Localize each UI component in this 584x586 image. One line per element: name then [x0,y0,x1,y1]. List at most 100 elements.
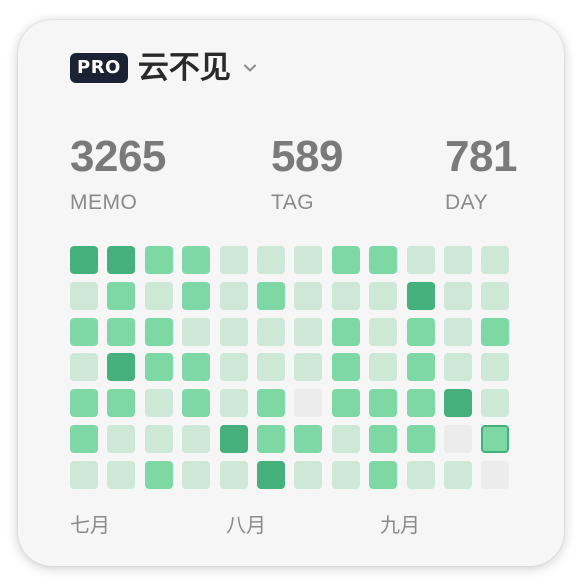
month-label-august: 八月 [226,513,266,537]
heatmap-cell[interactable] [107,389,135,417]
heatmap-cell[interactable] [332,425,360,453]
stats-card: PRO 云不见 3265 MEMO 589 TAG 781 DAY 七月 八月 … [18,20,564,566]
heatmap-cell[interactable] [220,353,248,381]
heatmap-cell[interactable] [481,282,509,310]
heatmap-cell[interactable] [70,389,98,417]
heatmap-cell[interactable] [182,246,210,274]
heatmap-cell[interactable] [145,246,173,274]
stat-tag: 589 TAG [271,132,343,216]
heatmap-cell[interactable] [369,318,397,346]
heatmap-cell[interactable] [145,353,173,381]
heatmap-cell[interactable] [70,282,98,310]
heatmap-cell[interactable] [70,246,98,274]
heatmap-cell[interactable] [444,461,472,489]
heatmap-cell[interactable] [332,318,360,346]
heatmap-cell[interactable] [369,246,397,274]
heatmap-cell[interactable] [481,318,509,346]
heatmap-cell[interactable] [369,282,397,310]
heatmap-cell[interactable] [182,389,210,417]
heatmap-cell[interactable] [407,246,435,274]
heatmap-cell[interactable] [444,425,472,453]
heatmap-cell[interactable] [182,461,210,489]
heatmap-cell[interactable] [294,282,322,310]
heatmap-cell[interactable] [257,353,285,381]
heatmap-cell[interactable] [182,353,210,381]
username[interactable]: 云不见 [138,48,231,88]
heatmap-cell[interactable] [332,353,360,381]
heatmap-cell[interactable] [481,389,509,417]
heatmap-cell[interactable] [407,318,435,346]
heatmap-cell[interactable] [70,425,98,453]
heatmap-cell[interactable] [257,318,285,346]
heatmap-cell[interactable] [220,425,248,453]
heatmap-cell[interactable] [332,282,360,310]
heatmap-cell[interactable] [481,353,509,381]
heatmap-cell[interactable] [107,425,135,453]
heatmap-cell[interactable] [107,246,135,274]
stat-memo-value: 3265 [70,132,166,181]
stat-memo: 3265 MEMO [70,132,166,216]
heatmap-cell[interactable] [145,425,173,453]
month-label-september: 九月 [380,513,420,537]
stat-day-value: 781 [445,132,517,181]
heatmap-cell[interactable] [145,389,173,417]
stat-tag-label: TAG [271,191,315,214]
heatmap-cell[interactable] [182,318,210,346]
heatmap-cell[interactable] [481,461,509,489]
month-labels: 七月 八月 九月 [70,510,530,540]
heatmap-cell[interactable] [145,461,173,489]
heatmap-cell[interactable] [369,461,397,489]
heatmap-cell[interactable] [444,282,472,310]
heatmap-cell[interactable] [182,282,210,310]
stat-tag-value: 589 [271,132,343,181]
user-header[interactable]: PRO 云不见 [70,48,257,88]
heatmap-cell[interactable] [407,461,435,489]
heatmap-cell[interactable] [257,389,285,417]
stat-day: 781 DAY [445,132,517,216]
heatmap-cell[interactable] [444,246,472,274]
heatmap-cell[interactable] [257,282,285,310]
heatmap-cell[interactable] [294,425,322,453]
heatmap-cell[interactable] [70,353,98,381]
heatmap-cell[interactable] [407,353,435,381]
heatmap-cell[interactable] [257,246,285,274]
stat-memo-label: MEMO [70,191,138,214]
heatmap-cell[interactable] [107,353,135,381]
heatmap-cell[interactable] [294,318,322,346]
heatmap-cell[interactable] [70,318,98,346]
heatmap-cell[interactable] [145,318,173,346]
heatmap-cell[interactable] [369,425,397,453]
heatmap-cell[interactable] [407,282,435,310]
heatmap-cell[interactable] [182,425,210,453]
heatmap-cell[interactable] [294,246,322,274]
heatmap-cell[interactable] [220,282,248,310]
heatmap-cell[interactable] [332,461,360,489]
heatmap-cell[interactable] [481,425,509,453]
chevron-down-icon[interactable] [243,61,257,75]
heatmap-cell[interactable] [444,318,472,346]
heatmap-cell[interactable] [294,389,322,417]
heatmap-cell[interactable] [220,461,248,489]
heatmap-cell[interactable] [107,282,135,310]
heatmap-cell[interactable] [220,318,248,346]
heatmap-cell[interactable] [257,461,285,489]
heatmap-cell[interactable] [70,461,98,489]
heatmap-cell[interactable] [444,389,472,417]
heatmap-cell[interactable] [407,425,435,453]
heatmap-cell[interactable] [257,425,285,453]
heatmap-cell[interactable] [332,389,360,417]
heatmap-cell[interactable] [444,353,472,381]
heatmap-cell[interactable] [481,246,509,274]
heatmap-cell[interactable] [407,389,435,417]
heatmap-cell[interactable] [294,353,322,381]
heatmap-cell[interactable] [369,389,397,417]
heatmap-cell[interactable] [369,353,397,381]
heatmap-cell[interactable] [294,461,322,489]
heatmap-cell[interactable] [220,246,248,274]
heatmap-cell[interactable] [145,282,173,310]
heatmap-cell[interactable] [220,389,248,417]
heatmap-cell[interactable] [107,461,135,489]
heatmap-cell[interactable] [332,246,360,274]
heatmap-cell[interactable] [107,318,135,346]
pro-badge: PRO [70,53,128,83]
